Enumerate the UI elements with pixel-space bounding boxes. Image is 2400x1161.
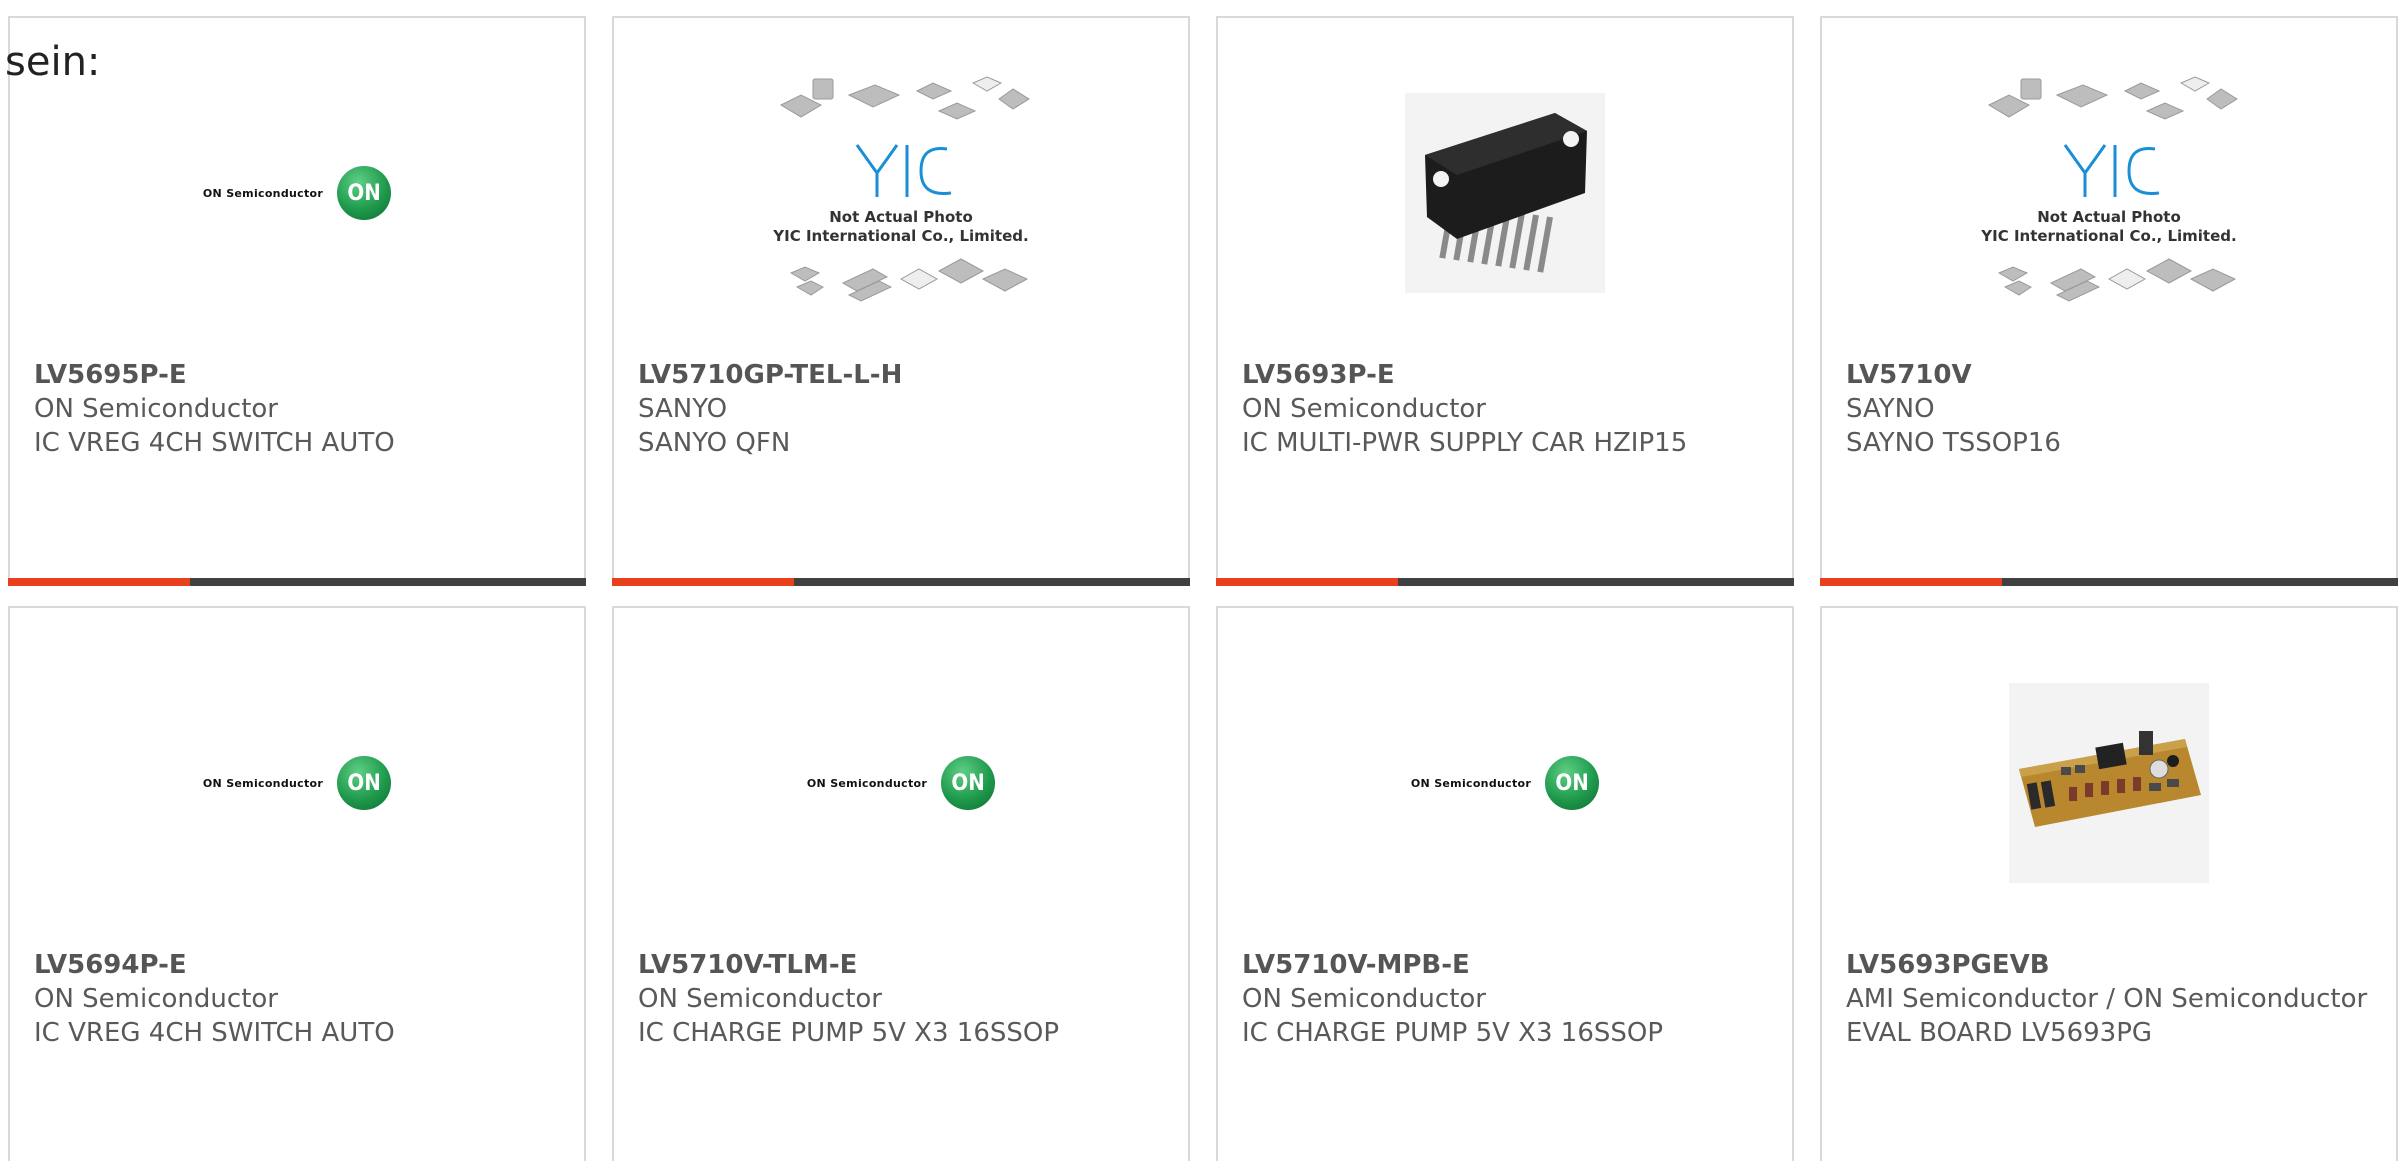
part-number[interactable]: LV5694P-E [34, 948, 560, 982]
yic-placeholder-icon: Not Actual Photo YIC International Co., … [1969, 73, 2249, 313]
product-image: ON Semiconductor ON [10, 78, 584, 308]
yic-caption-line: Not Actual Photo [2037, 208, 2181, 226]
description: IC CHARGE PUMP 5V X3 16SSOP [1242, 1018, 1664, 1048]
manufacturer: ON Semiconductor [34, 394, 278, 424]
card-accent [612, 578, 794, 586]
card-accent [1820, 578, 2002, 586]
product-card[interactable]: Not Actual Photo YIC International Co., … [612, 16, 1190, 586]
part-number[interactable]: LV5695P-E [34, 358, 560, 392]
product-info: LV5695P-E ON Semiconductor IC VREG 4CH S… [34, 358, 560, 460]
card-bottom-bar [1216, 578, 1794, 586]
description: IC MULTI-PWR SUPPLY CAR HZIP15 [1242, 428, 1688, 458]
part-number[interactable]: LV5710GP-TEL-L-H [638, 358, 1164, 392]
product-card[interactable]: ON Semiconductor ON LV5695P-E ON Semicon… [8, 16, 586, 586]
product-image: ON Semiconductor ON [614, 668, 1188, 898]
yic-caption-line: Not Actual Photo [829, 208, 973, 226]
card-bottom-bar [612, 578, 1190, 586]
product-info: LV5710V SAYNO SAYNO TSSOP16 [1846, 358, 2372, 460]
card-bottom-bar [1820, 578, 2398, 586]
yic-placeholder-icon: Not Actual Photo YIC International Co., … [761, 73, 1041, 313]
description: IC CHARGE PUMP 5V X3 16SSOP [638, 1018, 1060, 1048]
part-number[interactable]: LV5710V-TLM-E [638, 948, 1164, 982]
logo-mark: ON [337, 756, 392, 810]
logo-mark: ON [337, 166, 392, 220]
description: IC VREG 4CH SWITCH AUTO [34, 1018, 395, 1048]
manufacturer: ON Semiconductor [34, 984, 278, 1014]
yic-caption: Not Actual Photo YIC International Co., … [761, 208, 1041, 246]
product-image: Not Actual Photo YIC International Co., … [614, 76, 1188, 308]
product-card[interactable]: LV5693P-E ON Semiconductor IC MULTI-PWR … [1216, 16, 1794, 586]
product-card[interactable]: ON Semiconductor ON LV5710V-TLM-E ON Sem… [612, 606, 1190, 1161]
part-number[interactable]: LV5710V-MPB-E [1242, 948, 1768, 982]
yic-caption-line: YIC International Co., Limited. [773, 227, 1029, 245]
product-card[interactable]: ON Semiconductor ON LV5694P-E ON Semicon… [8, 606, 586, 1161]
logo-mark: ON [941, 756, 996, 810]
on-semiconductor-logo-icon: ON Semiconductor ON [806, 756, 996, 810]
manufacturer: ON Semiconductor [638, 984, 882, 1014]
product-image [1218, 78, 1792, 308]
product-grid: ON Semiconductor ON LV5695P-E ON Semicon… [8, 16, 2398, 1161]
manufacturer: ON Semiconductor [1242, 984, 1486, 1014]
logo-text: ON Semiconductor [806, 776, 928, 790]
on-semiconductor-logo-icon: ON Semiconductor ON [202, 756, 392, 810]
description: SANYO QFN [638, 428, 791, 458]
card-bottom-bar [8, 578, 586, 586]
product-card[interactable]: ON Semiconductor ON LV5710V-MPB-E ON Sem… [1216, 606, 1794, 1161]
product-info: LV5693PGEVB AMI Semiconductor / ON Semic… [1846, 948, 2372, 1050]
part-number[interactable]: LV5710V [1846, 358, 2372, 392]
part-number[interactable]: LV5693PGEVB [1846, 948, 2372, 982]
description: SAYNO TSSOP16 [1846, 428, 2061, 458]
logo-text: ON Semiconductor [202, 776, 324, 790]
on-semiconductor-logo-icon: ON Semiconductor ON [1410, 756, 1600, 810]
manufacturer: SAYNO [1846, 394, 1935, 424]
product-info: LV5694P-E ON Semiconductor IC VREG 4CH S… [34, 948, 560, 1050]
eval-board-photo-icon [2009, 683, 2209, 883]
product-info: LV5710GP-TEL-L-H SANYO SANYO QFN [638, 358, 1164, 460]
product-image: Not Actual Photo YIC International Co., … [1822, 76, 2396, 308]
chip-photo-icon [1405, 93, 1605, 293]
logo-mark: ON [1545, 756, 1600, 810]
product-info: LV5710V-MPB-E ON Semiconductor IC CHARGE… [1242, 948, 1768, 1050]
product-image: ON Semiconductor ON [10, 668, 584, 898]
card-accent [1216, 578, 1398, 586]
manufacturer: AMI Semiconductor / ON Semiconductor [1846, 984, 2368, 1014]
on-semiconductor-logo-icon: ON Semiconductor ON [202, 166, 392, 220]
manufacturer: SANYO [638, 394, 728, 424]
description: IC VREG 4CH SWITCH AUTO [34, 428, 395, 458]
description: EVAL BOARD LV5693PG [1846, 1018, 2153, 1048]
yic-caption: Not Actual Photo YIC International Co., … [1969, 208, 2249, 246]
product-info: LV5710V-TLM-E ON Semiconductor IC CHARGE… [638, 948, 1164, 1050]
yic-caption-line: YIC International Co., Limited. [1981, 227, 2237, 245]
logo-text: ON Semiconductor [202, 186, 324, 200]
product-card[interactable]: LV5693PGEVB AMI Semiconductor / ON Semic… [1820, 606, 2398, 1161]
logo-text: ON Semiconductor [1410, 776, 1532, 790]
product-image: ON Semiconductor ON [1218, 668, 1792, 898]
product-image [1822, 668, 2396, 898]
product-info: LV5693P-E ON Semiconductor IC MULTI-PWR … [1242, 358, 1768, 460]
product-card[interactable]: Not Actual Photo YIC International Co., … [1820, 16, 2398, 586]
part-number[interactable]: LV5693P-E [1242, 358, 1768, 392]
page: ON Semiconductor ON LV5695P-E ON Semicon… [0, 0, 2400, 1161]
intro-text: sein: [5, 39, 101, 85]
card-accent [8, 578, 190, 586]
manufacturer: ON Semiconductor [1242, 394, 1486, 424]
